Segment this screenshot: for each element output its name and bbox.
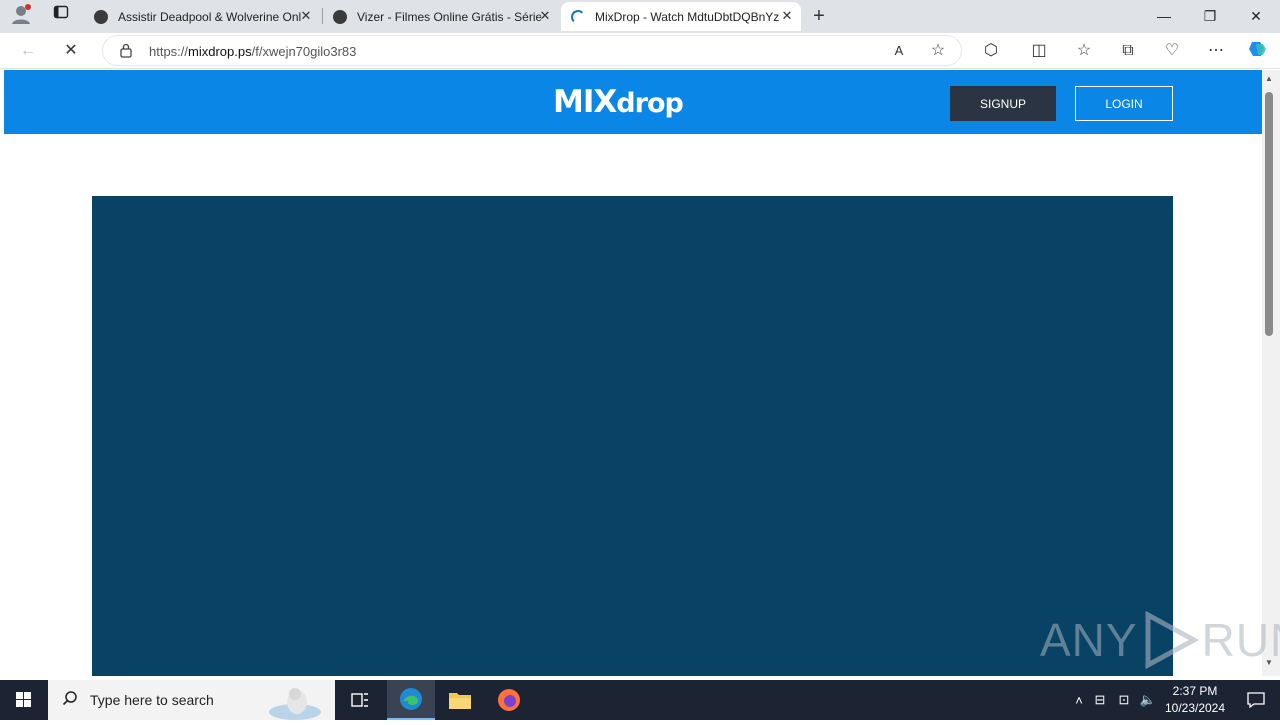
split-screen-icon[interactable]: ◫ bbox=[1026, 38, 1052, 64]
device-icon[interactable]: ⊟ bbox=[1088, 692, 1112, 708]
taskbar-search[interactable]: Type here to search bbox=[48, 680, 335, 720]
tab-actions-icon[interactable] bbox=[48, 3, 74, 29]
new-tab-icon[interactable]: + bbox=[806, 3, 832, 29]
url-path: /f/xwejn70gilo3r83 bbox=[251, 44, 357, 59]
edge-taskbar-icon[interactable] bbox=[387, 680, 435, 720]
logo-drop: drop bbox=[616, 88, 684, 119]
notifications-icon[interactable] bbox=[1232, 680, 1280, 720]
read-aloud-icon[interactable]: A bbox=[886, 38, 912, 64]
firefox-icon[interactable] bbox=[485, 680, 533, 720]
extensions-icon[interactable]: ⬡ bbox=[978, 38, 1004, 64]
close-window-icon[interactable]: ✕ bbox=[1233, 0, 1279, 32]
search-placeholder: Type here to search bbox=[90, 692, 214, 708]
windows-taskbar: Type here to search ˄ ⊟ ⊡ 🔈 2:37 PM 10/2… bbox=[0, 680, 1280, 720]
favorites-icon[interactable]: ☆ bbox=[1071, 38, 1097, 64]
more-options-icon[interactable]: ⋯ bbox=[1203, 38, 1229, 64]
page-scrollbar[interactable]: ▲ ▼ bbox=[1262, 70, 1280, 676]
scroll-up-icon[interactable]: ▲ bbox=[1262, 74, 1276, 83]
search-highlight-leopard-icon bbox=[261, 684, 321, 725]
address-bar[interactable]: https://mixdrop.ps/f/xwejn70gilo3r83 A ☆ bbox=[102, 35, 962, 66]
network-icon[interactable]: ⊡ bbox=[1112, 692, 1136, 708]
watermark-text-right: RUN bbox=[1201, 614, 1280, 666]
volume-icon[interactable]: 🔈 bbox=[1136, 692, 1160, 708]
profile-icon[interactable] bbox=[8, 3, 34, 29]
tab-vizer[interactable]: Vizer - Filmes Online Grátis - Séries ✕ bbox=[323, 2, 559, 31]
back-icon[interactable]: ← bbox=[15, 38, 41, 64]
task-view-icon[interactable] bbox=[336, 680, 384, 720]
logo-mix: MIX bbox=[553, 84, 617, 120]
collections-icon[interactable]: ⧉ bbox=[1115, 38, 1141, 64]
browser-toolbar: ← ✕ https://mixdrop.ps/f/xwejn70gilo3r83… bbox=[0, 33, 1280, 69]
tab-title: MixDrop - Watch MdtuDbtDQBnYz bbox=[595, 9, 779, 24]
restore-icon[interactable]: ❐ bbox=[1187, 0, 1233, 32]
tab-deadpool[interactable]: Assistir Deadpool & Wolverine Online ✕ bbox=[84, 2, 320, 31]
copilot-icon[interactable] bbox=[1245, 38, 1271, 64]
file-explorer-icon[interactable] bbox=[436, 680, 484, 720]
page-viewport: MIXdrop SIGNUP LOGIN bbox=[4, 70, 1262, 676]
system-tray: ˄ ⊟ ⊡ 🔈 bbox=[1070, 680, 1160, 720]
tab-bar: Assistir Deadpool & Wolverine Online ✕ V… bbox=[0, 0, 1280, 33]
minimize-icon[interactable]: — bbox=[1141, 0, 1187, 32]
search-icon bbox=[62, 690, 78, 711]
start-button[interactable] bbox=[0, 680, 48, 720]
url-domain: mixdrop.ps bbox=[188, 44, 252, 59]
loading-spinner-icon bbox=[571, 9, 585, 24]
mixdrop-logo[interactable]: MIXdrop bbox=[553, 84, 684, 120]
tab-mixdrop[interactable]: MixDrop - Watch MdtuDbtDQBnYz ✕ bbox=[561, 2, 801, 31]
tab-title: Vizer - Filmes Online Grátis - Séries bbox=[357, 9, 541, 24]
shield-icon bbox=[94, 9, 108, 24]
close-icon[interactable]: ✕ bbox=[537, 8, 553, 24]
clock-date: 10/23/2024 bbox=[1164, 701, 1226, 715]
signup-button[interactable]: SIGNUP bbox=[950, 86, 1056, 121]
close-icon[interactable]: ✕ bbox=[298, 8, 314, 24]
close-icon[interactable]: ✕ bbox=[779, 8, 795, 24]
login-button[interactable]: LOGIN bbox=[1075, 86, 1173, 121]
site-header: MIXdrop SIGNUP LOGIN bbox=[4, 70, 1262, 134]
taskbar-clock[interactable]: 2:37 PM 10/23/2024 bbox=[1160, 683, 1230, 717]
shield-icon bbox=[333, 9, 347, 24]
url-text: https://mixdrop.ps/f/xwejn70gilo3r83 bbox=[149, 44, 356, 59]
url-scheme: https:// bbox=[149, 44, 189, 59]
browser-essentials-icon[interactable]: ♡ bbox=[1159, 38, 1185, 64]
watermark-text-left: ANY bbox=[1040, 614, 1138, 666]
anyrun-watermark: ANY RUN bbox=[1040, 610, 1280, 670]
stop-icon[interactable]: ✕ bbox=[58, 38, 84, 64]
play-triangle-icon bbox=[1145, 611, 1198, 669]
tab-title: Assistir Deadpool & Wolverine Online bbox=[118, 9, 302, 24]
scrollbar-thumb[interactable] bbox=[1265, 92, 1273, 336]
lock-icon[interactable] bbox=[119, 43, 133, 63]
clock-time: 2:37 PM bbox=[1172, 684, 1218, 698]
show-hidden-icons-icon[interactable]: ˄ bbox=[1070, 693, 1088, 708]
video-player[interactable] bbox=[92, 196, 1173, 676]
favorite-star-icon[interactable]: ☆ bbox=[925, 38, 951, 64]
